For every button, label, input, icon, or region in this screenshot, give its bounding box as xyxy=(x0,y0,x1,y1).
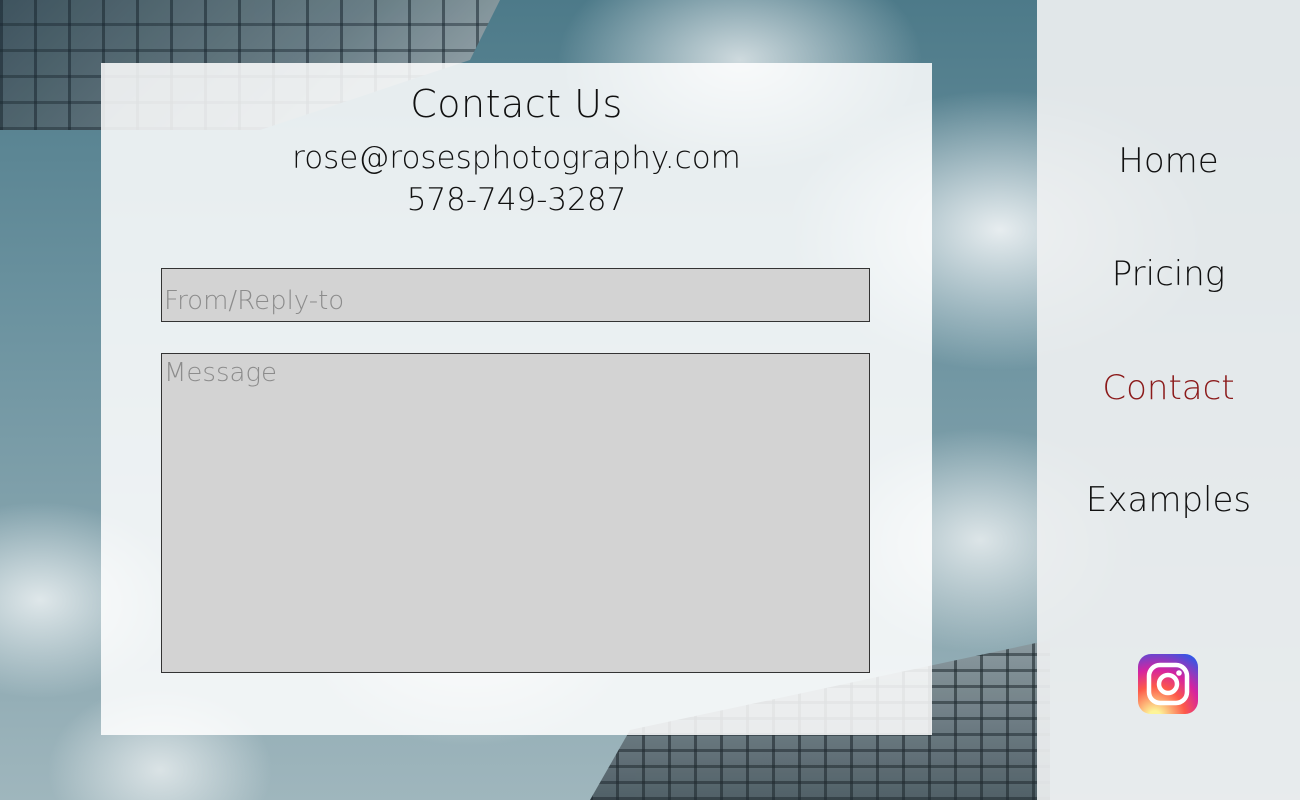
page-title: Contact Us xyxy=(410,82,623,126)
nav-item-pricing[interactable]: Pricing xyxy=(1037,254,1300,294)
contact-phone: 578-749-3287 xyxy=(406,182,627,218)
message-textarea[interactable] xyxy=(161,353,870,673)
nav-item-examples[interactable]: Examples xyxy=(1037,480,1300,520)
contact-email: rose@rosesphotography.com xyxy=(292,140,741,176)
nav-item-home[interactable]: Home xyxy=(1037,141,1300,181)
instagram-icon[interactable] xyxy=(1138,654,1198,714)
nav-item-contact[interactable]: Contact xyxy=(1037,368,1300,408)
from-reply-to-input[interactable] xyxy=(161,268,870,322)
